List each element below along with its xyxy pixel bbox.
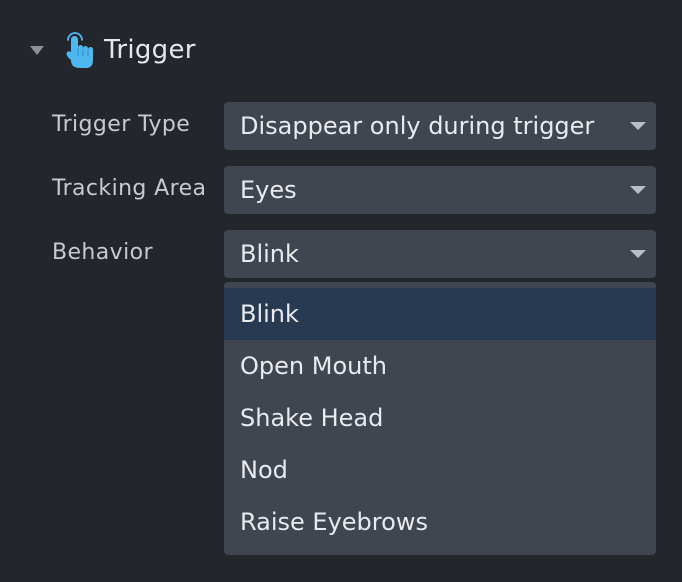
behavior-select[interactable]: Blink: [224, 230, 656, 278]
dropdown-option-shake-head[interactable]: Shake Head: [224, 392, 656, 444]
section-title: Trigger: [104, 35, 196, 65]
dropdown-option-blink[interactable]: Blink: [224, 288, 656, 340]
chevron-down-icon: [630, 122, 646, 130]
tracking-area-select[interactable]: Eyes: [224, 166, 656, 214]
tracking-area-value: Eyes: [240, 176, 297, 204]
trigger-section-header[interactable]: Trigger: [30, 28, 196, 72]
tracking-area-label: Tracking Area: [52, 176, 207, 201]
dropdown-option-nod[interactable]: Nod: [224, 444, 656, 496]
trigger-panel: Trigger Trigger Type Disappear only duri…: [0, 0, 682, 582]
trigger-type-select[interactable]: Disappear only during trigger: [224, 102, 656, 150]
collapse-caret-icon[interactable]: [30, 45, 44, 55]
behavior-label: Behavior: [52, 240, 153, 265]
chevron-down-icon: [630, 250, 646, 258]
dropdown-option-raise-eyebrows[interactable]: Raise Eyebrows: [224, 496, 656, 548]
trigger-type-label: Trigger Type: [52, 112, 191, 137]
chevron-down-icon: [630, 186, 646, 194]
behavior-dropdown-menu: Blink Open Mouth Shake Head Nod Raise Ey…: [224, 282, 656, 555]
behavior-value: Blink: [240, 240, 299, 268]
trigger-type-value: Disappear only during trigger: [240, 112, 595, 140]
dropdown-option-open-mouth[interactable]: Open Mouth: [224, 340, 656, 392]
pointing-hand-icon: [62, 30, 96, 70]
